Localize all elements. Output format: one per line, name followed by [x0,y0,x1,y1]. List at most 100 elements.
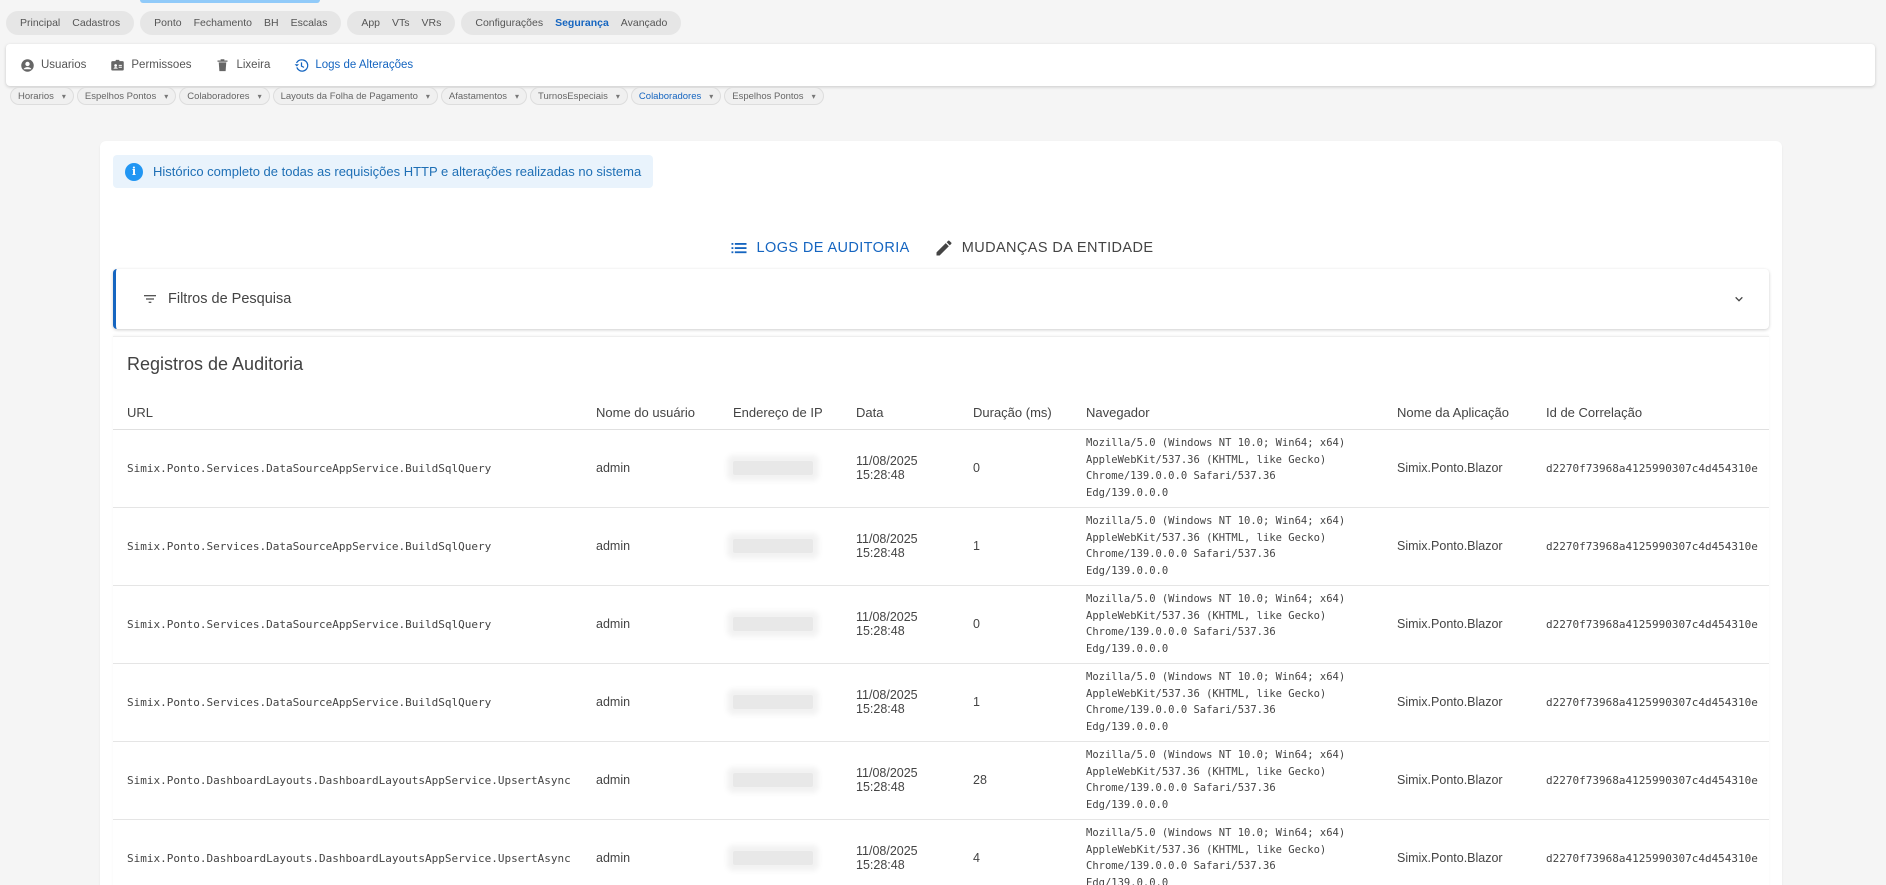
top-bar: Principal Cadastros Ponto Fechamento BH … [0,0,1886,44]
duration-cell-text: 4 [973,851,980,865]
column-header-url[interactable]: URL [113,397,582,430]
browser-cell: Mozilla/5.0 (Windows NT 10.0; Win64; x64… [1072,741,1383,820]
url-cell: Simix.Ponto.DashboardLayouts.DashboardLa… [113,741,582,820]
date-cell: 11/08/2025 15:28:48 [842,663,959,742]
menu-app[interactable]: App [361,17,380,29]
column-header-ip[interactable]: Endereço de IP [719,397,842,430]
column-header-correlation[interactable]: Id de Correlação [1532,397,1769,430]
duration-cell-text: 1 [973,695,980,709]
chip-turnos-especiais[interactable]: TurnosEspeciais ▾ [530,87,628,105]
table-row[interactable]: Simix.Ponto.Services.DataSourceAppServic… [113,429,1769,508]
browser-cell: Mozilla/5.0 (Windows NT 10.0; Win64; x64… [1072,663,1383,742]
nav-lixeira[interactable]: Lixeira [215,58,270,73]
menu-vrs[interactable]: VRs [422,17,442,29]
user-cell-text: admin [596,773,631,787]
ip-cell [719,429,842,508]
audit-table: URL Nome do usuário Endereço de IP Data … [113,397,1769,885]
menu-cadastros[interactable]: Cadastros [72,17,120,29]
list-icon [731,243,747,254]
menu-ponto[interactable]: Ponto [154,17,181,29]
chip-colaboradores-active[interactable]: Colaboradores ▾ [630,87,722,105]
search-filters-panel[interactable]: Filtros de Pesquisa [113,269,1769,329]
menu-principal[interactable]: Principal [20,17,60,29]
app-cell: Simix.Ponto.Blazor [1383,663,1532,742]
menu-escalas[interactable]: Escalas [291,17,328,29]
caret-down-icon[interactable]: ▾ [258,92,262,101]
duration-cell: 4 [959,819,1072,885]
nav-logs-alteracoes[interactable]: Logs de Alterações [294,58,413,73]
nav-permissoes[interactable]: Permissoes [110,58,191,73]
url-cell: Simix.Ponto.Services.DataSourceAppServic… [113,585,582,664]
url-cell-text: Simix.Ponto.DashboardLayouts.DashboardLa… [127,851,571,865]
user-cell-text: admin [596,695,631,709]
ip-redacted [733,773,813,787]
chip-afastamentos[interactable]: Afastamentos ▾ [440,87,528,105]
table-row[interactable]: Simix.Ponto.Services.DataSourceAppServic… [113,585,1769,664]
caret-down-icon[interactable]: ▾ [616,92,620,101]
table-row[interactable]: Simix.Ponto.Services.DataSourceAppServic… [113,507,1769,586]
chip-espelhos-pontos[interactable]: Espelhos Pontos ▾ [76,87,177,105]
caret-down-icon[interactable]: ▾ [515,92,519,101]
caret-down-icon[interactable]: ▾ [164,92,168,101]
app-cell: Simix.Ponto.Blazor [1383,741,1532,820]
menu-bh[interactable]: BH [264,17,279,29]
app-cell: Simix.Ponto.Blazor [1383,585,1532,664]
badge-icon [111,59,125,70]
chevron-down-icon[interactable] [1731,291,1747,307]
app-cell: Simix.Ponto.Blazor [1383,507,1532,586]
menu-configuracoes[interactable]: Configurações [475,17,543,29]
caret-down-icon[interactable]: ▾ [426,92,430,101]
date-cell-text: 11/08/2025 15:28:48 [856,844,918,872]
nav-usuarios[interactable]: Usuarios [20,58,86,73]
user-cell-text: admin [596,539,631,553]
top-accent-bar [140,0,320,3]
info-alert: i Histórico completo de todas as requisi… [113,155,653,188]
table-row[interactable]: Simix.Ponto.DashboardLayouts.DashboardLa… [113,741,1769,820]
ip-cell [719,819,842,885]
url-cell: Simix.Ponto.DashboardLayouts.DashboardLa… [113,819,582,885]
menu-vts[interactable]: VTs [392,17,410,29]
audit-records-grid: Registros de Auditoria URL Nome do usuár… [113,336,1769,885]
browser-cell: Mozilla/5.0 (Windows NT 10.0; Win64; x64… [1072,585,1383,664]
table-row[interactable]: Simix.Ponto.Services.DataSourceAppServic… [113,663,1769,742]
url-cell-text: Simix.Ponto.Services.DataSourceAppServic… [127,539,492,553]
column-header-date[interactable]: Data [842,397,959,430]
column-header-app[interactable]: Nome da Aplicação [1383,397,1532,430]
open-tabs-bar: Horarios ▾ Espelhos Pontos ▾ Colaboradores… [10,87,824,105]
group-app: App VTs VRs [347,11,456,35]
column-header-user[interactable]: Nome do usuário [582,397,719,430]
correlation-cell-text: d2270f73968a4125990307c4d454310e [1546,539,1758,553]
tab-mudancas-entidade[interactable]: MUDANÇAS DA ENTIDADE [934,234,1154,262]
trash-icon [217,58,228,71]
app-cell-text: Simix.Ponto.Blazor [1397,851,1503,865]
chip-espelhos-pontos-2[interactable]: Espelhos Pontos ▾ [724,87,824,105]
url-cell-text: Simix.Ponto.DashboardLayouts.DashboardLa… [127,773,571,787]
chip-colaboradores[interactable]: Colaboradores ▾ [179,87,270,105]
date-cell: 11/08/2025 15:28:48 [842,741,959,820]
menu-fechamento[interactable]: Fechamento [194,17,252,29]
date-cell-text: 11/08/2025 15:28:48 [856,532,918,560]
menu-avancado[interactable]: Avançado [621,17,668,29]
table-row[interactable]: Simix.Ponto.DashboardLayouts.DashboardLa… [113,819,1769,885]
app-cell-text: Simix.Ponto.Blazor [1397,773,1503,787]
module-groups: Principal Cadastros Ponto Fechamento BH … [6,11,682,35]
group-ponto: Ponto Fechamento BH Escalas [140,11,342,35]
correlation-cell: d2270f73968a4125990307c4d454310e [1532,741,1769,820]
chip-layouts-folha[interactable]: Layouts da Folha de Pagamento ▾ [272,87,438,105]
column-header-browser[interactable]: Navegador [1072,397,1383,430]
caret-down-icon[interactable]: ▾ [62,92,66,101]
menu-seguranca[interactable]: Segurança [555,17,609,29]
ip-cell [719,585,842,664]
tab-logs-auditoria[interactable]: LOGS DE AUDITORIA [729,234,910,262]
browser-cell-text: Mozilla/5.0 (Windows NT 10.0; Win64; x64… [1086,827,1346,885]
caret-down-icon[interactable]: ▾ [812,92,816,101]
audit-tabs: LOGS DE AUDITORIA MUDANÇAS DA ENTIDADE [100,234,1782,262]
browser-cell-text: Mozilla/5.0 (Windows NT 10.0; Win64; x64… [1086,515,1346,577]
column-header-duration[interactable]: Duração (ms) [959,397,1072,430]
ip-redacted [733,617,813,631]
group-configuracoes: Configurações Segurança Avançado [461,11,682,35]
browser-cell-text: Mozilla/5.0 (Windows NT 10.0; Win64; x64… [1086,749,1346,811]
group-principal: Principal Cadastros [6,11,135,35]
chip-horarios[interactable]: Horarios ▾ [10,87,74,105]
caret-down-icon[interactable]: ▾ [709,92,713,101]
